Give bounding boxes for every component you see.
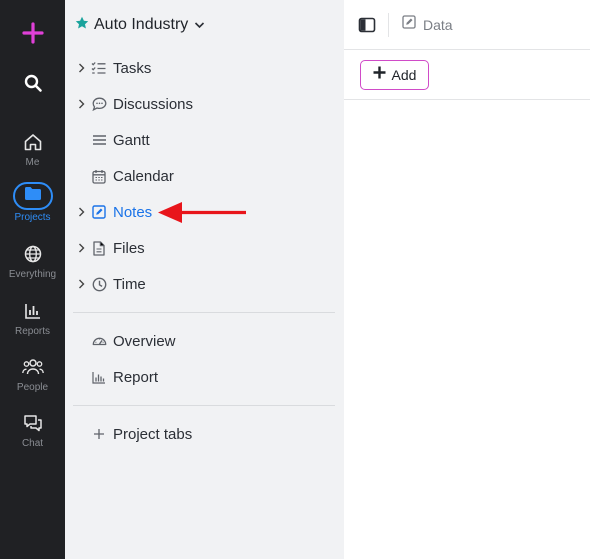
sidebar-item-gantt[interactable]: Gantt xyxy=(75,129,150,151)
main-topbar: Data xyxy=(344,0,590,50)
app-rail: Me Projects Everything Reports People Ch… xyxy=(0,0,65,559)
home-icon xyxy=(22,131,44,153)
chevron-down-icon xyxy=(194,16,205,34)
checklist-icon xyxy=(91,60,107,76)
divider xyxy=(73,405,335,406)
people-icon xyxy=(21,356,44,378)
chevron-right-icon[interactable] xyxy=(75,63,87,73)
rail-label: Projects xyxy=(14,212,51,223)
rail-label: Chat xyxy=(21,438,44,449)
rail-item-chat[interactable]: Chat xyxy=(0,412,65,449)
project-sidebar: Auto Industry Tasks Discussions Gantt Ca… xyxy=(65,0,344,559)
note-edit-icon xyxy=(402,15,416,34)
chevron-right-icon[interactable] xyxy=(75,243,87,253)
rail-label: Everything xyxy=(8,269,57,280)
gauge-icon xyxy=(91,333,107,349)
divider xyxy=(73,312,335,313)
project-title: Auto Industry xyxy=(94,16,189,33)
sidebar-item-time[interactable]: Time xyxy=(75,273,146,295)
create-button[interactable] xyxy=(0,22,65,44)
sidebar-item-notes[interactable]: Notes xyxy=(75,201,152,223)
bar-chart-icon xyxy=(22,300,44,322)
sidebar-item-report[interactable]: Report xyxy=(75,366,158,388)
add-button-label: Add xyxy=(391,67,417,83)
active-indicator xyxy=(12,182,53,210)
speech-bubble-icon xyxy=(91,96,107,112)
plus-icon xyxy=(91,426,107,442)
rail-item-everything[interactable]: Everything xyxy=(0,243,65,280)
bar-chart-icon xyxy=(91,369,107,385)
rail-item-people[interactable]: People xyxy=(0,356,65,393)
sidebar-item-files[interactable]: Files xyxy=(75,237,145,259)
tab-label: Data xyxy=(423,16,453,33)
project-switcher[interactable]: Auto Industry xyxy=(75,14,205,36)
sidebar-item-label: Tasks xyxy=(113,59,152,77)
plus-icon xyxy=(21,22,44,44)
chat-icon xyxy=(22,412,44,434)
star-icon[interactable] xyxy=(75,16,89,35)
add-tabs-label: Project tabs xyxy=(113,425,193,443)
rail-item-reports[interactable]: Reports xyxy=(0,300,65,337)
rail-label: People xyxy=(16,382,49,393)
main-toolbar: Add xyxy=(344,50,590,100)
rail-item-projects[interactable]: Projects xyxy=(0,182,65,223)
rail-label: Me xyxy=(25,157,40,168)
sidebar-item-label: Overview xyxy=(113,332,176,350)
sidebar-item-overview[interactable]: Overview xyxy=(75,330,176,352)
sidebar-toggle-icon[interactable] xyxy=(358,16,376,34)
chevron-right-icon[interactable] xyxy=(75,207,87,217)
chevron-right-icon[interactable] xyxy=(75,99,87,109)
sidebar-item-calendar[interactable]: Calendar xyxy=(75,165,174,187)
rail-label: Reports xyxy=(14,326,50,337)
file-icon xyxy=(91,240,107,256)
gantt-icon xyxy=(91,132,107,148)
clock-icon xyxy=(91,276,107,292)
search-icon xyxy=(22,72,44,94)
divider xyxy=(388,13,389,37)
sidebar-item-label: Notes xyxy=(113,203,153,221)
tab-data[interactable]: Data xyxy=(402,15,453,34)
rail-item-me[interactable]: Me xyxy=(0,131,65,168)
add-button[interactable]: Add xyxy=(360,60,429,90)
sidebar-item-label: Discussions xyxy=(113,95,194,113)
calendar-icon xyxy=(91,168,107,184)
sidebar-item-label: Time xyxy=(113,275,146,293)
sidebar-item-tasks[interactable]: Tasks xyxy=(75,57,151,79)
globe-icon xyxy=(22,243,44,265)
sidebar-item-label: Files xyxy=(113,239,145,257)
folder-icon xyxy=(24,186,42,206)
sidebar-item-label: Gantt xyxy=(113,131,150,149)
chevron-right-icon[interactable] xyxy=(75,279,87,289)
plus-icon xyxy=(373,66,386,84)
add-project-tab-button[interactable]: Project tabs xyxy=(75,423,192,445)
note-edit-icon xyxy=(91,204,107,220)
sidebar-item-label: Calendar xyxy=(113,167,174,185)
search-button[interactable] xyxy=(0,72,65,94)
sidebar-item-discussions[interactable]: Discussions xyxy=(75,93,193,115)
sidebar-item-label: Report xyxy=(113,368,159,386)
annotation-arrow xyxy=(158,202,246,223)
